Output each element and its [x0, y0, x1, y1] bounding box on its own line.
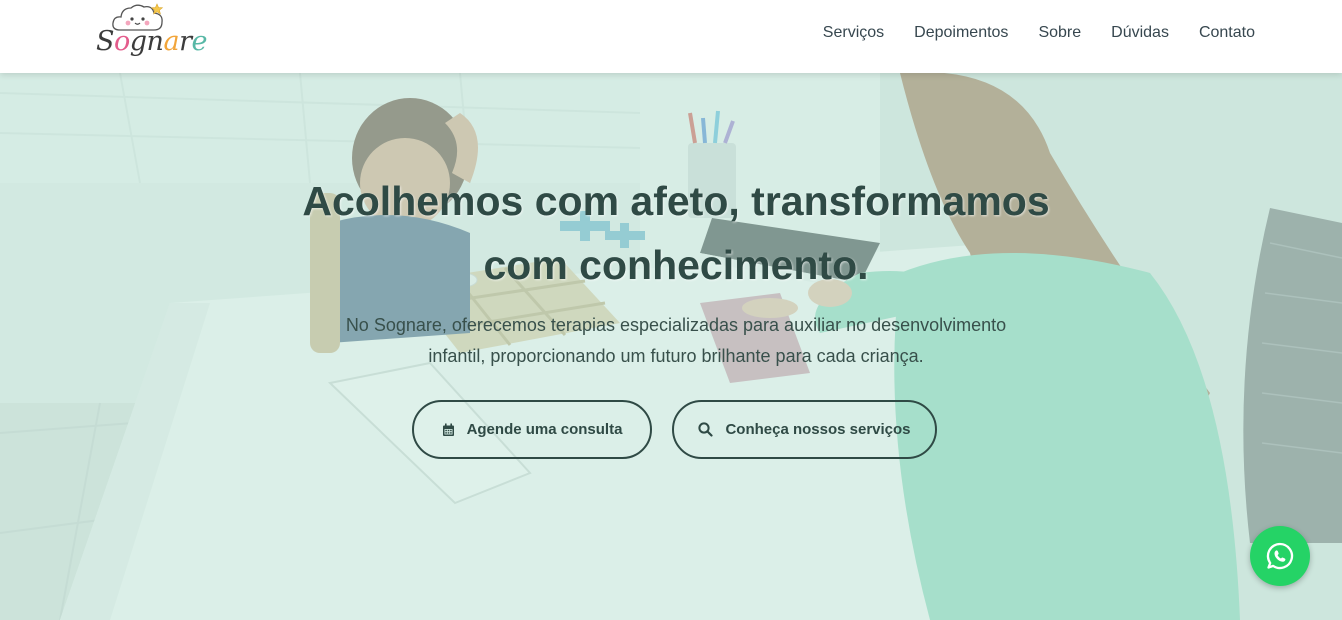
- schedule-consultation-label: Agende uma consulta: [466, 421, 623, 438]
- schedule-consultation-button[interactable]: Agende uma consulta: [412, 400, 652, 459]
- hero-subtitle-line-1: No Sognare, oferecemos terapias especial…: [345, 315, 1007, 335]
- search-icon: [698, 422, 714, 437]
- whatsapp-icon: [1266, 542, 1294, 570]
- hero-title-line-2: com conhecimento.: [483, 242, 869, 288]
- calendar-icon: [442, 423, 454, 436]
- main-nav: Serviços Depoimentos Sobre Dúvidas Conta…: [823, 22, 1255, 44]
- nav-item-sobre[interactable]: Sobre: [1038, 22, 1081, 44]
- nav-item-contato[interactable]: Contato: [1199, 22, 1255, 44]
- nav-item-duvidas[interactable]: Dúvidas: [1111, 22, 1169, 44]
- logo-wordmark: Sognare: [96, 26, 207, 57]
- hero-title: Acolhemos com afeto, transformamos com c…: [271, 169, 1081, 297]
- nav-item-depoimentos[interactable]: Depoimentos: [914, 22, 1008, 44]
- view-services-label: Conheça nossos serviços: [725, 421, 911, 438]
- brand-logo[interactable]: Sognare: [94, 2, 207, 68]
- whatsapp-button[interactable]: [1250, 526, 1310, 586]
- hero-section: Acolhemos com afeto, transformamos com c…: [0, 73, 1342, 620]
- site-header: Sognare Serviços Depoimentos Sobre Dúvid…: [0, 0, 1342, 73]
- hero-subtitle-line-2: infantil, proporcionando um futuro brilh…: [428, 346, 924, 366]
- hero-title-line-1: Acolhemos com afeto, transformamos: [302, 178, 1050, 224]
- nav-item-servicos[interactable]: Serviços: [823, 22, 884, 44]
- view-services-button[interactable]: Conheça nossos serviços: [672, 400, 937, 459]
- hero-subtitle: No Sognare, oferecemos terapias especial…: [311, 310, 1041, 372]
